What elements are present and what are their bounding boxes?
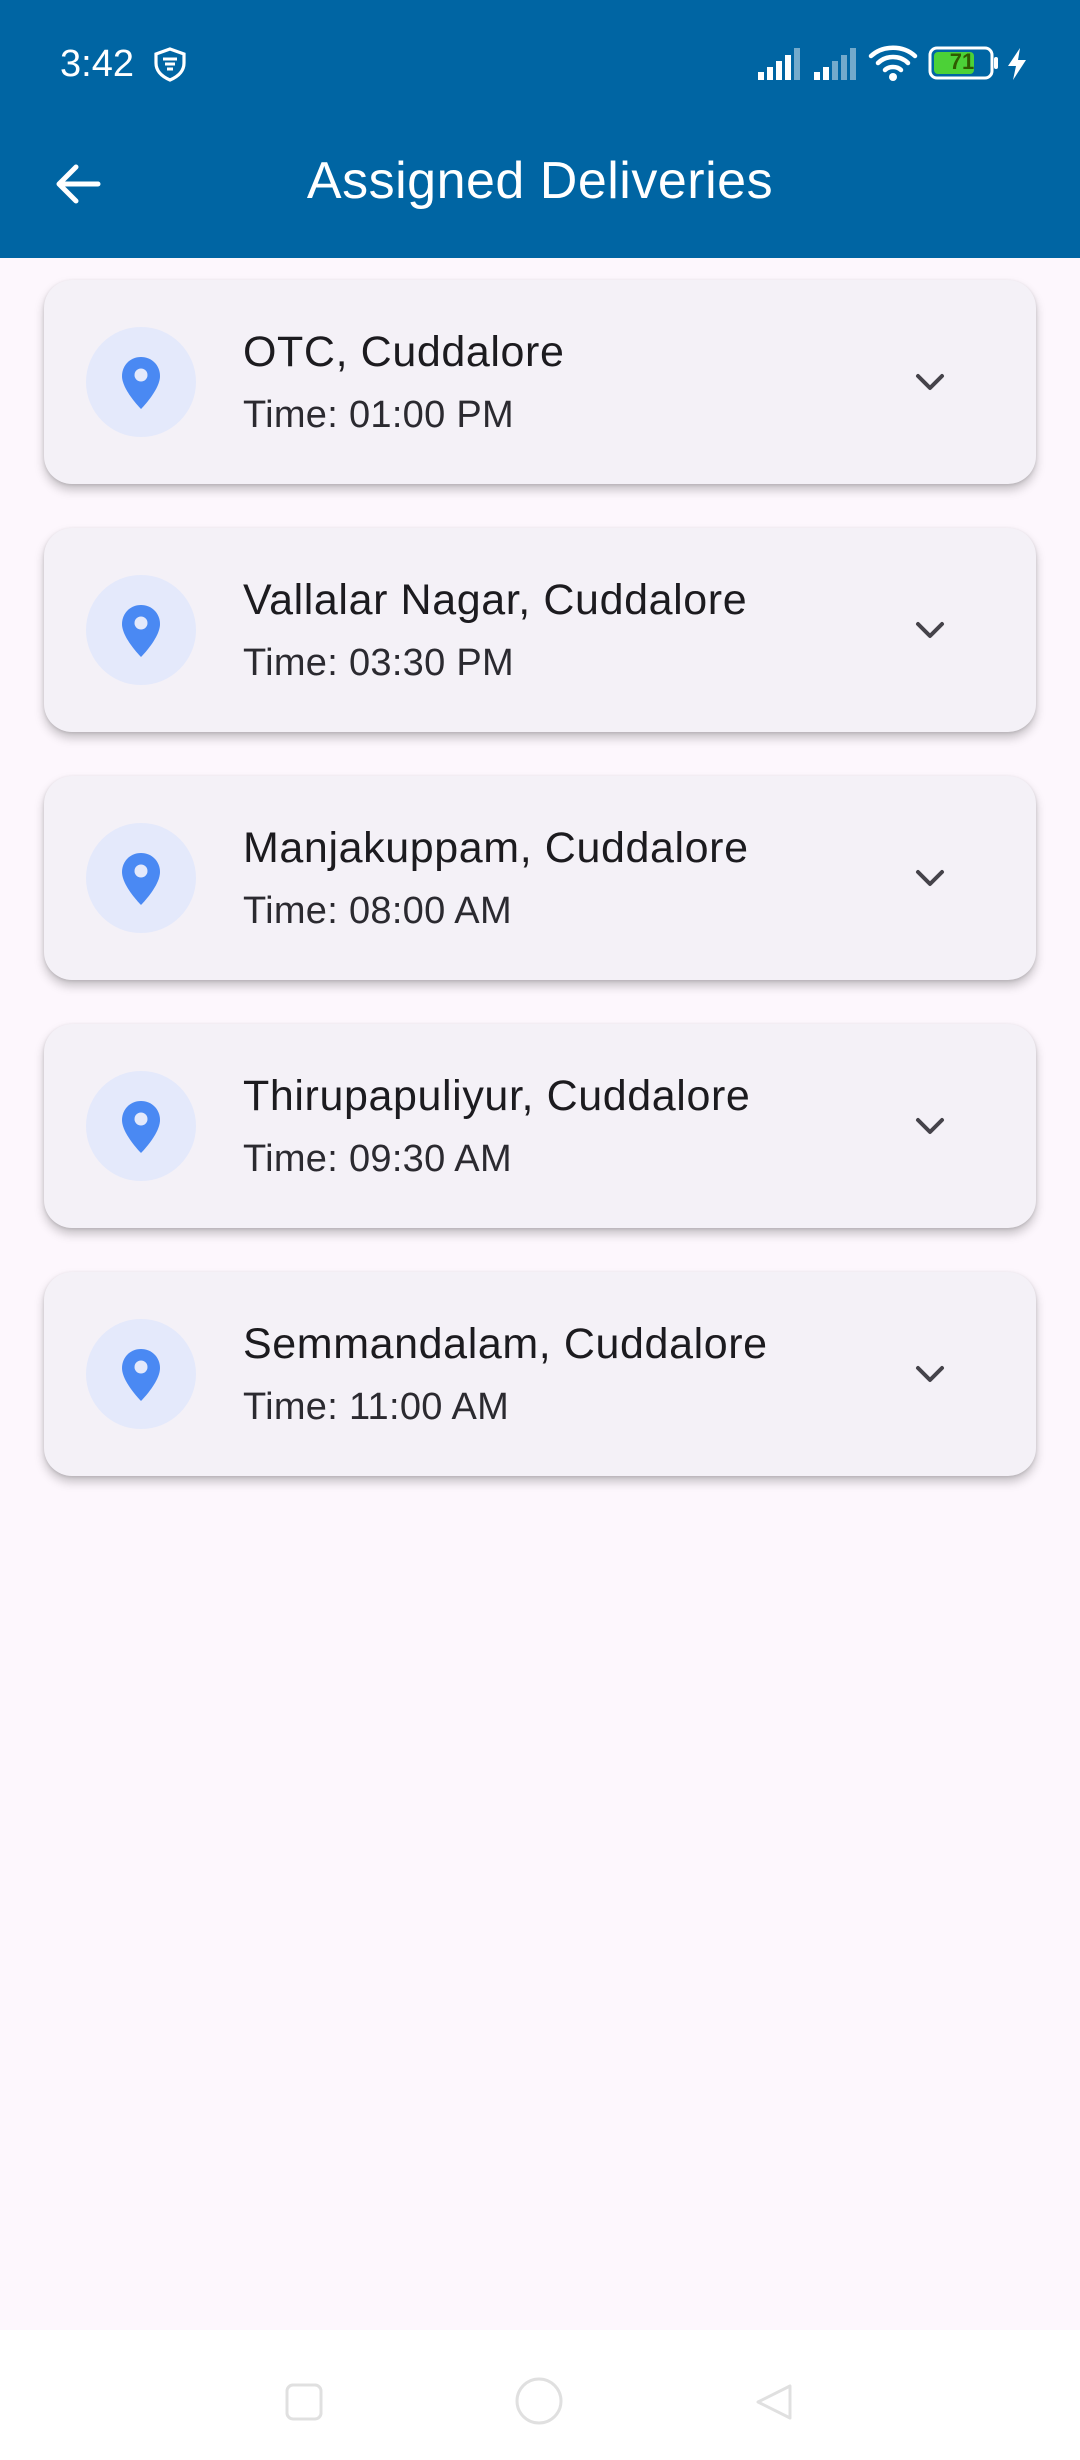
delivery-card[interactable]: OTC, Cuddalore Time: 01:00 PM xyxy=(44,280,1036,484)
location-pin-icon xyxy=(122,853,160,905)
chevron-down-icon[interactable] xyxy=(908,1104,952,1148)
vpn-shield-icon xyxy=(154,47,186,82)
delivery-card[interactable]: Vallalar Nagar, Cuddalore Time: 03:30 PM xyxy=(44,528,1036,732)
delivery-time: Time: 01:00 PM xyxy=(243,394,514,436)
location-avatar xyxy=(86,575,196,685)
delivery-location: Semmandalam, Cuddalore xyxy=(243,1320,768,1368)
page-title: Assigned Deliveries xyxy=(306,152,774,210)
delivery-location: Manjakuppam, Cuddalore xyxy=(243,824,749,872)
cell-signal-icon xyxy=(814,48,856,80)
location-avatar xyxy=(86,823,196,933)
location-pin-icon xyxy=(122,1101,160,1153)
location-pin-icon xyxy=(122,357,160,409)
cell-signal-icon xyxy=(758,48,800,80)
delivery-card[interactable]: Semmandalam, Cuddalore Time: 11:00 AM xyxy=(44,1272,1036,1476)
status-bar: 3:42 71 xyxy=(0,0,1080,130)
app-header: 3:42 71 Assigned Deliveries xyxy=(0,0,1080,258)
chevron-down-icon[interactable] xyxy=(908,856,952,900)
location-avatar xyxy=(86,1319,196,1429)
location-avatar xyxy=(86,327,196,437)
delivery-card[interactable]: Thirupapuliyur, Cuddalore Time: 09:30 AM xyxy=(44,1024,1036,1228)
delivery-time: Time: 08:00 AM xyxy=(243,890,512,932)
delivery-location: Thirupapuliyur, Cuddalore xyxy=(243,1072,751,1120)
chevron-down-icon[interactable] xyxy=(908,360,952,404)
location-avatar xyxy=(86,1071,196,1181)
delivery-time: Time: 09:30 AM xyxy=(243,1138,512,1180)
charging-bolt-icon xyxy=(1008,48,1026,80)
chevron-down-icon[interactable] xyxy=(908,1352,952,1396)
system-navigation-bar xyxy=(0,2330,1080,2460)
delivery-time: Time: 11:00 AM xyxy=(243,1386,510,1428)
recents-icon[interactable] xyxy=(284,2382,324,2422)
location-pin-icon xyxy=(122,605,160,657)
back-triangle-icon[interactable] xyxy=(752,2380,796,2424)
battery-level: 71 xyxy=(949,49,975,74)
status-time: 3:42 xyxy=(60,43,134,85)
delivery-location: Vallalar Nagar, Cuddalore xyxy=(243,576,748,624)
home-icon[interactable] xyxy=(512,2374,566,2428)
chevron-down-icon[interactable] xyxy=(908,608,952,652)
delivery-card[interactable]: Manjakuppam, Cuddalore Time: 08:00 AM xyxy=(44,776,1036,980)
wifi-icon xyxy=(868,45,918,81)
delivery-time: Time: 03:30 PM xyxy=(243,642,514,684)
delivery-location: OTC, Cuddalore xyxy=(243,328,565,376)
location-pin-icon xyxy=(122,1349,160,1401)
